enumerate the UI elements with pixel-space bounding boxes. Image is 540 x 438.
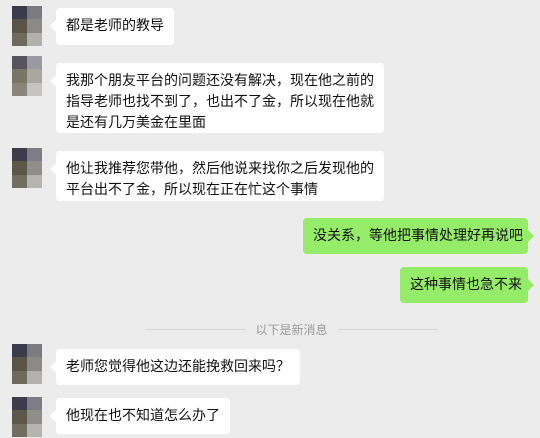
message-line: 是还有几万美金在里面 [66, 115, 206, 131]
message-bubble[interactable]: 他现在也不知道怎么办了 [50, 398, 230, 434]
message-text: 这种事情也急不来 [410, 277, 522, 293]
message-bubble[interactable]: 没关系，等他把事情处理好再说吧 [303, 218, 534, 254]
message-line: 我那个朋友平台的问题还没有解决，现在他之前的 [66, 73, 374, 89]
avatar[interactable] [12, 6, 42, 46]
message-bubble[interactable]: 他让我推荐您带他，然后他说来找你之后发现他的 平台出不了金，所以现在正在忙这个事… [50, 151, 384, 201]
message-text: 他现在也不知道怎么办了 [66, 408, 220, 424]
divider-label: 以下是新消息 [255, 322, 328, 337]
avatar[interactable] [12, 397, 42, 437]
message-bubble[interactable]: 都是老师的教导 [50, 8, 174, 45]
avatar[interactable] [12, 148, 42, 188]
avatar[interactable] [12, 56, 42, 96]
new-messages-divider: 以下是新消息 [145, 321, 438, 337]
message-text: 都是老师的教导 [66, 18, 164, 34]
message-line: 平台出不了金，所以现在正在忙这个事情 [66, 182, 318, 198]
avatar[interactable] [12, 344, 42, 384]
message-bubble[interactable]: 老师您觉得他这边还能挽救回来吗？ [50, 349, 300, 385]
message-bubble[interactable]: 我那个朋友平台的问题还没有解决，现在他之前的 指导老师也找不到了，也出不了金，所… [50, 63, 384, 133]
message-bubble[interactable]: 这种事情也急不来 [400, 267, 534, 303]
message-line: 指导老师也找不到了，也出不了金，所以现在他就 [66, 94, 374, 110]
message-line: 他让我推荐您带他，然后他说来找你之后发现他的 [66, 161, 374, 177]
message-text: 没关系，等他把事情处理好再说吧 [313, 228, 523, 244]
message-text: 老师您觉得他这边还能挽救回来吗？ [66, 359, 290, 375]
